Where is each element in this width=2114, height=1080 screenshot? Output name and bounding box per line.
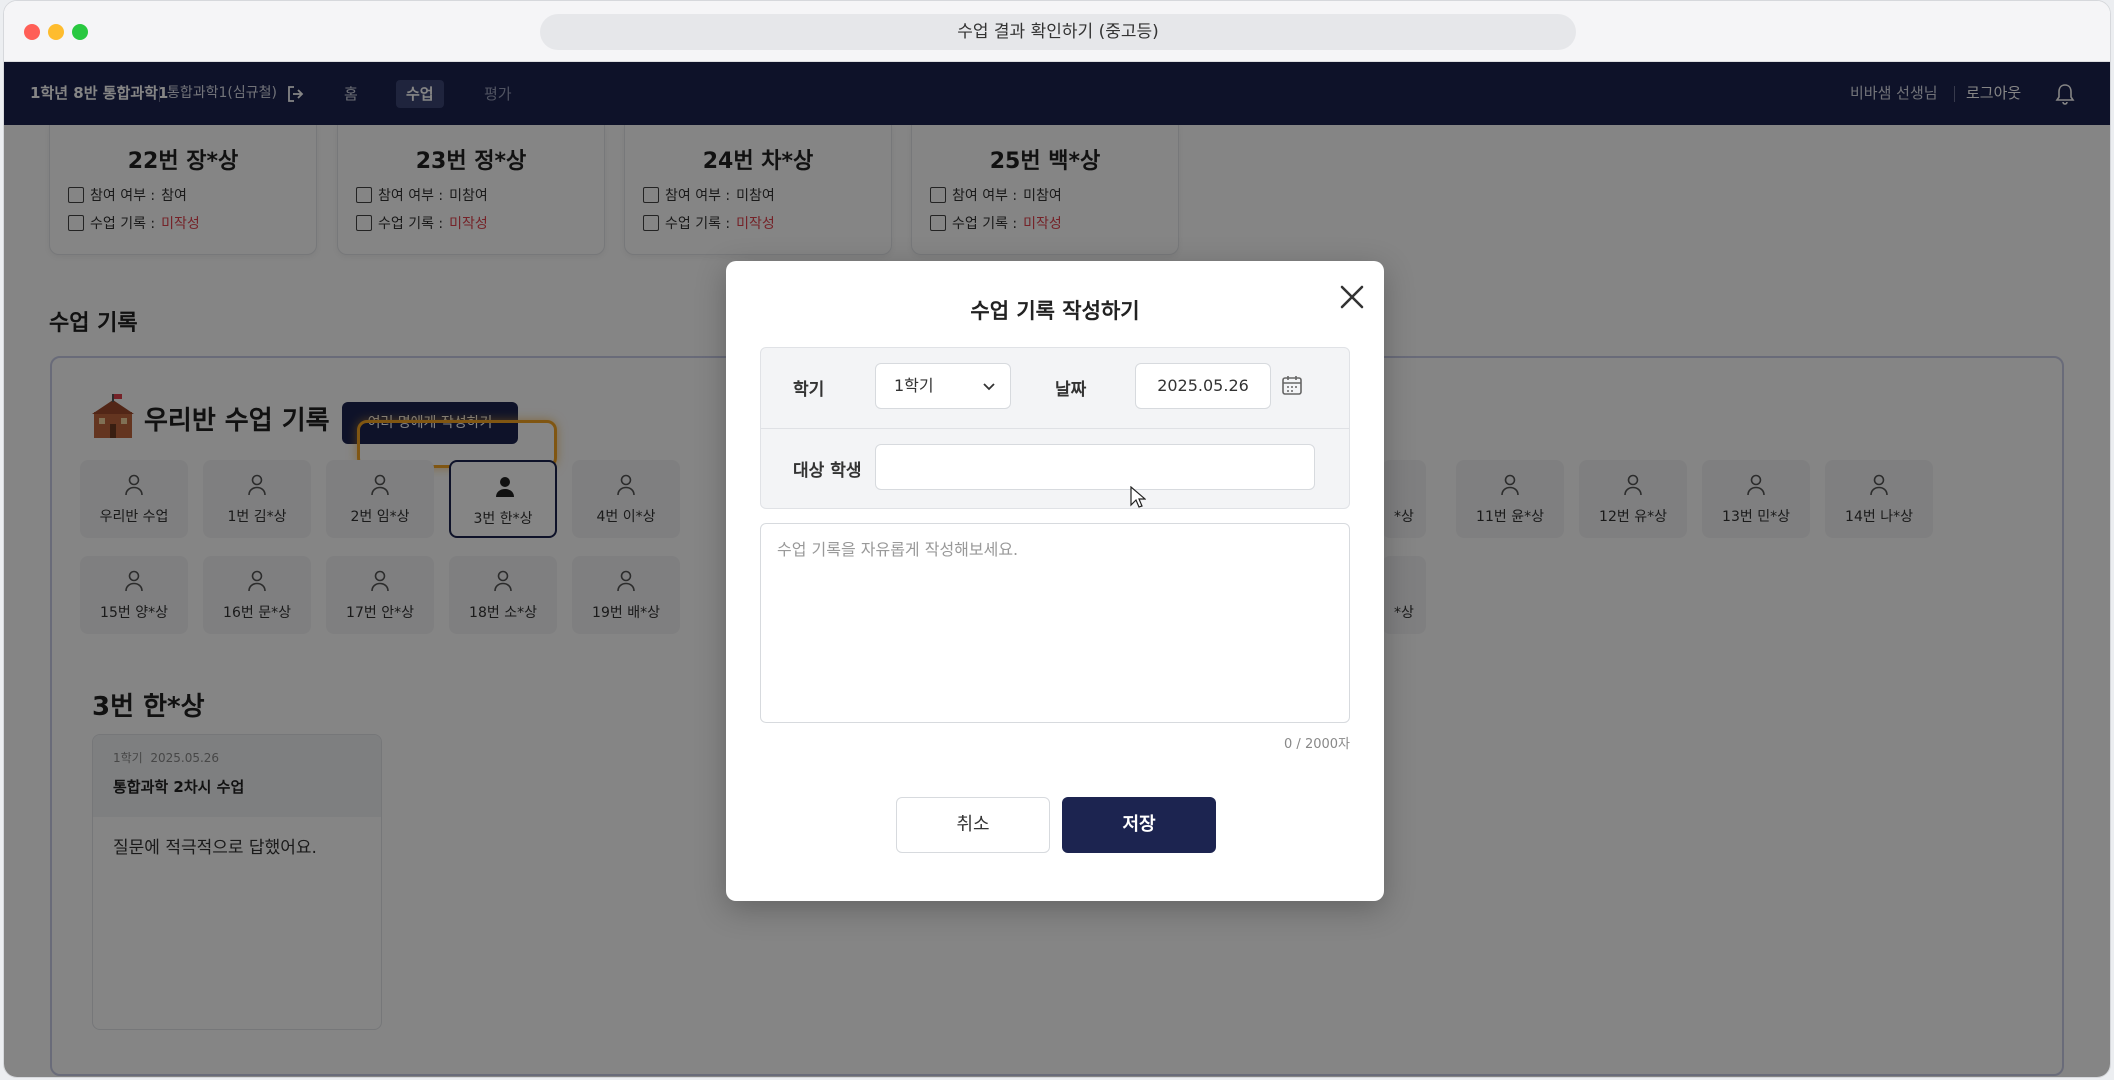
address-bar[interactable]: 수업 결과 확인하기 (중고등) — [540, 14, 1576, 50]
char-counter: 0 / 2000자 — [1284, 737, 1350, 752]
title-bar: 수업 결과 확인하기 (중고등) — [4, 1, 2110, 62]
minimize-window-button[interactable] — [48, 24, 64, 40]
cancel-button[interactable]: 취소 — [896, 797, 1050, 853]
chevron-down-icon — [983, 383, 995, 391]
semester-select[interactable]: 1학기 — [875, 363, 1011, 409]
record-textarea[interactable]: 수업 기록을 자유롭게 작성해보세요. — [760, 523, 1350, 723]
write-record-modal: 수업 기록 작성하기 학기 1학기 날짜 2025.05.26 대상 학생 수업… — [726, 261, 1384, 901]
form-fields: 학기 1학기 날짜 2025.05.26 대상 학생 — [760, 347, 1350, 509]
date-input[interactable]: 2025.05.26 — [1135, 363, 1271, 409]
target-student-label: 대상 학생 — [793, 461, 862, 481]
target-student-input[interactable] — [875, 444, 1315, 490]
semester-value: 1학기 — [894, 376, 934, 395]
close-window-button[interactable] — [24, 24, 40, 40]
modal-title: 수업 기록 작성하기 — [970, 299, 1140, 323]
calendar-icon[interactable] — [1281, 374, 1303, 396]
form-divider — [761, 428, 1349, 429]
mouse-cursor-icon — [1130, 486, 1146, 508]
close-icon[interactable] — [1336, 281, 1368, 313]
save-button[interactable]: 저장 — [1062, 797, 1216, 853]
semester-label: 학기 — [793, 380, 825, 400]
maximize-window-button[interactable] — [72, 24, 88, 40]
date-label: 날짜 — [1055, 380, 1087, 400]
